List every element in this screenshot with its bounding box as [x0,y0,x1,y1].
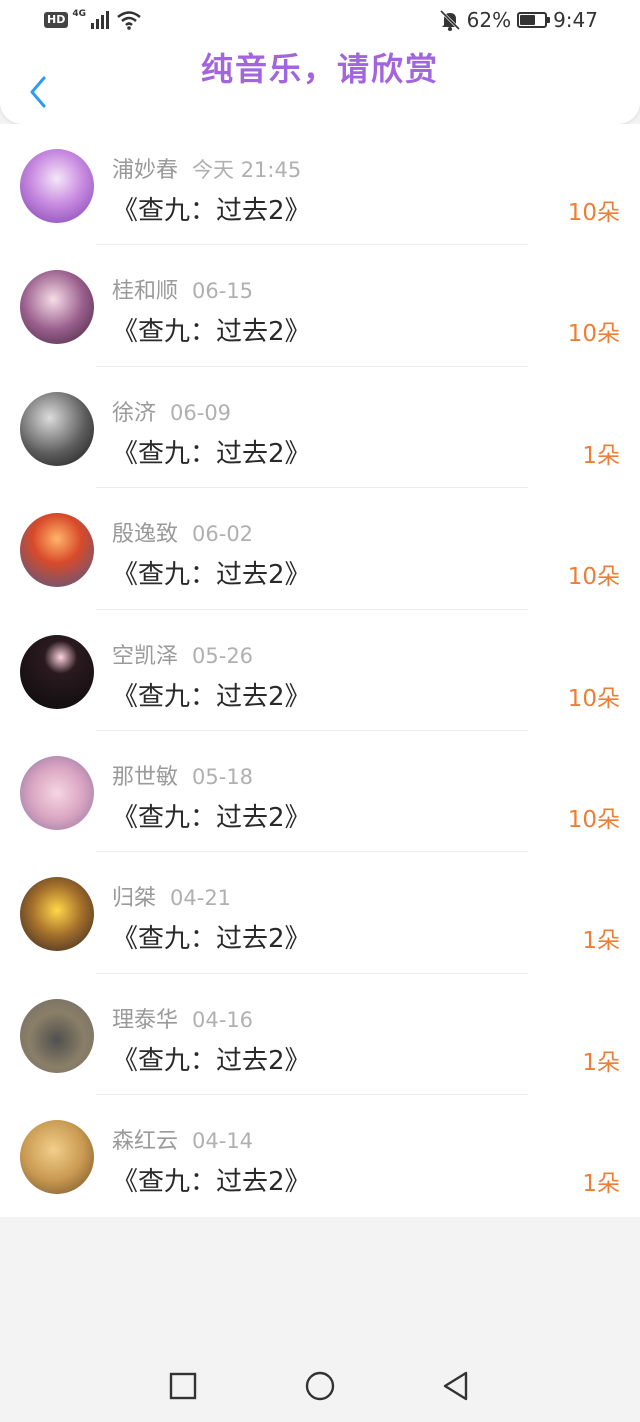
sender-name: 归桀 04-21 [112,880,231,912]
header: HD 4G 62% 9:47 纯音乐，请欣赏 [0,0,640,124]
gift-count: 10朵 [567,564,620,591]
page-title: 纯音乐，请欣赏 [200,50,439,88]
battery-icon [517,12,551,28]
sender-name-text: 森红云 [112,1129,179,1155]
list-item[interactable]: 徐济 06-09 《查九：过去2》 1朵 [0,367,640,489]
avatar[interactable] [20,513,94,588]
battery-percent: 62% [466,8,512,32]
sender-name: 那世敏 05-18 [112,759,253,791]
song-title: 《查九：过去2》 [112,560,311,591]
song-title: 《查九：过去2》 [112,681,311,712]
avatar[interactable] [20,270,94,345]
song-title: 《查九：过去2》 [112,438,311,469]
home-icon[interactable] [304,1370,336,1402]
hd-badge: HD [44,12,69,28]
list-item[interactable]: 那世敏 05-18 《查九：过去2》 10朵 [0,731,640,853]
timestamp: 05-26 [192,643,254,668]
sender-name-text: 徐济 [112,400,157,426]
status-bar: HD 4G 62% 9:47 [0,0,640,44]
list-item[interactable]: 理泰华 04-16 《查九：过去2》 1朵 [0,974,640,1096]
song-title: 《查九：过去2》 [112,924,311,955]
avatar[interactable] [20,634,94,709]
avatar[interactable] [20,877,94,952]
back-triangle-icon[interactable] [440,1370,472,1402]
song-title: 《查九：过去2》 [112,802,311,833]
system-navigation-bar [0,1350,640,1422]
gift-count: 1朵 [582,928,620,955]
gift-count: 10朵 [567,806,620,833]
sender-name-text: 那世敏 [112,764,179,790]
gift-count: 10朵 [567,321,620,348]
gift-count: 10朵 [567,200,620,226]
sender-name-text: 理泰华 [112,1007,179,1033]
avatar[interactable] [20,755,94,830]
list-item[interactable]: 桂和顺 06-15 《查九：过去2》 10朵 [0,245,640,367]
timestamp: 04-16 [192,1007,254,1032]
battery-level [520,15,535,25]
sender-name-text: 桂和顺 [112,279,179,305]
avatar[interactable] [20,1120,94,1195]
clock: 9:47 [553,8,598,32]
list-item[interactable]: 空凯泽 05-26 《查九：过去2》 10朵 [0,610,640,731]
gift-count: 1朵 [582,1049,620,1076]
sender-name: 徐济 06-09 [112,395,231,427]
song-title: 《查九：过去2》 [112,196,311,226]
sender-name-text: 归桀 [112,886,157,912]
avatar[interactable] [20,149,94,223]
song-title: 《查九：过去2》 [112,1167,311,1198]
timestamp: 04-21 [170,886,232,911]
list-item[interactable]: 殷逸致 06-02 《查九：过去2》 10朵 [0,488,640,610]
timestamp: 06-02 [192,522,254,547]
timestamp: 05-18 [192,764,254,789]
sender-name: 空凯泽 05-26 [112,638,253,670]
timestamp: 06-15 [192,279,254,304]
list-item[interactable]: 归桀 04-21 《查九：过去2》 1朵 [0,852,640,974]
avatar[interactable] [20,998,94,1073]
list-item[interactable]: 森红云 04-14 《查九：过去2》 1朵 [0,1095,640,1216]
timestamp: 04-14 [192,1129,254,1154]
recent-apps-icon[interactable] [167,1370,199,1402]
sender-name: 理泰华 04-16 [112,1002,253,1034]
sender-name: 浦妙春 今天 21:45 [112,152,301,184]
sender-name: 森红云 04-14 [112,1123,253,1155]
sender-name-text: 浦妙春 [112,158,179,183]
gift-count: 10朵 [567,685,620,712]
gift-record-list: 浦妙春 今天 21:45 《查九：过去2》 10朵 桂和顺 06-15 《查九：过去2》 10… [0,124,640,1217]
list-item[interactable]: 浦妙春 今天 21:45 《查九：过去2》 10朵 [0,124,640,246]
bell-muted-icon [439,9,460,31]
avatar[interactable] [20,391,94,466]
gift-count: 1朵 [582,1171,620,1198]
sender-name-text: 空凯泽 [112,643,179,669]
sender-name: 殷逸致 06-02 [112,516,253,548]
wifi-icon [117,11,141,30]
network-type-label: 4G [72,9,86,19]
signal-icon [91,11,109,29]
gift-count: 1朵 [582,442,620,469]
song-title: 《查九：过去2》 [112,317,311,348]
timestamp: 06-09 [170,400,232,425]
sender-name-text: 殷逸致 [112,522,179,548]
timestamp: 今天 21:45 [192,158,302,182]
song-title: 《查九：过去2》 [112,1045,311,1076]
sender-name: 桂和顺 06-15 [112,273,253,305]
